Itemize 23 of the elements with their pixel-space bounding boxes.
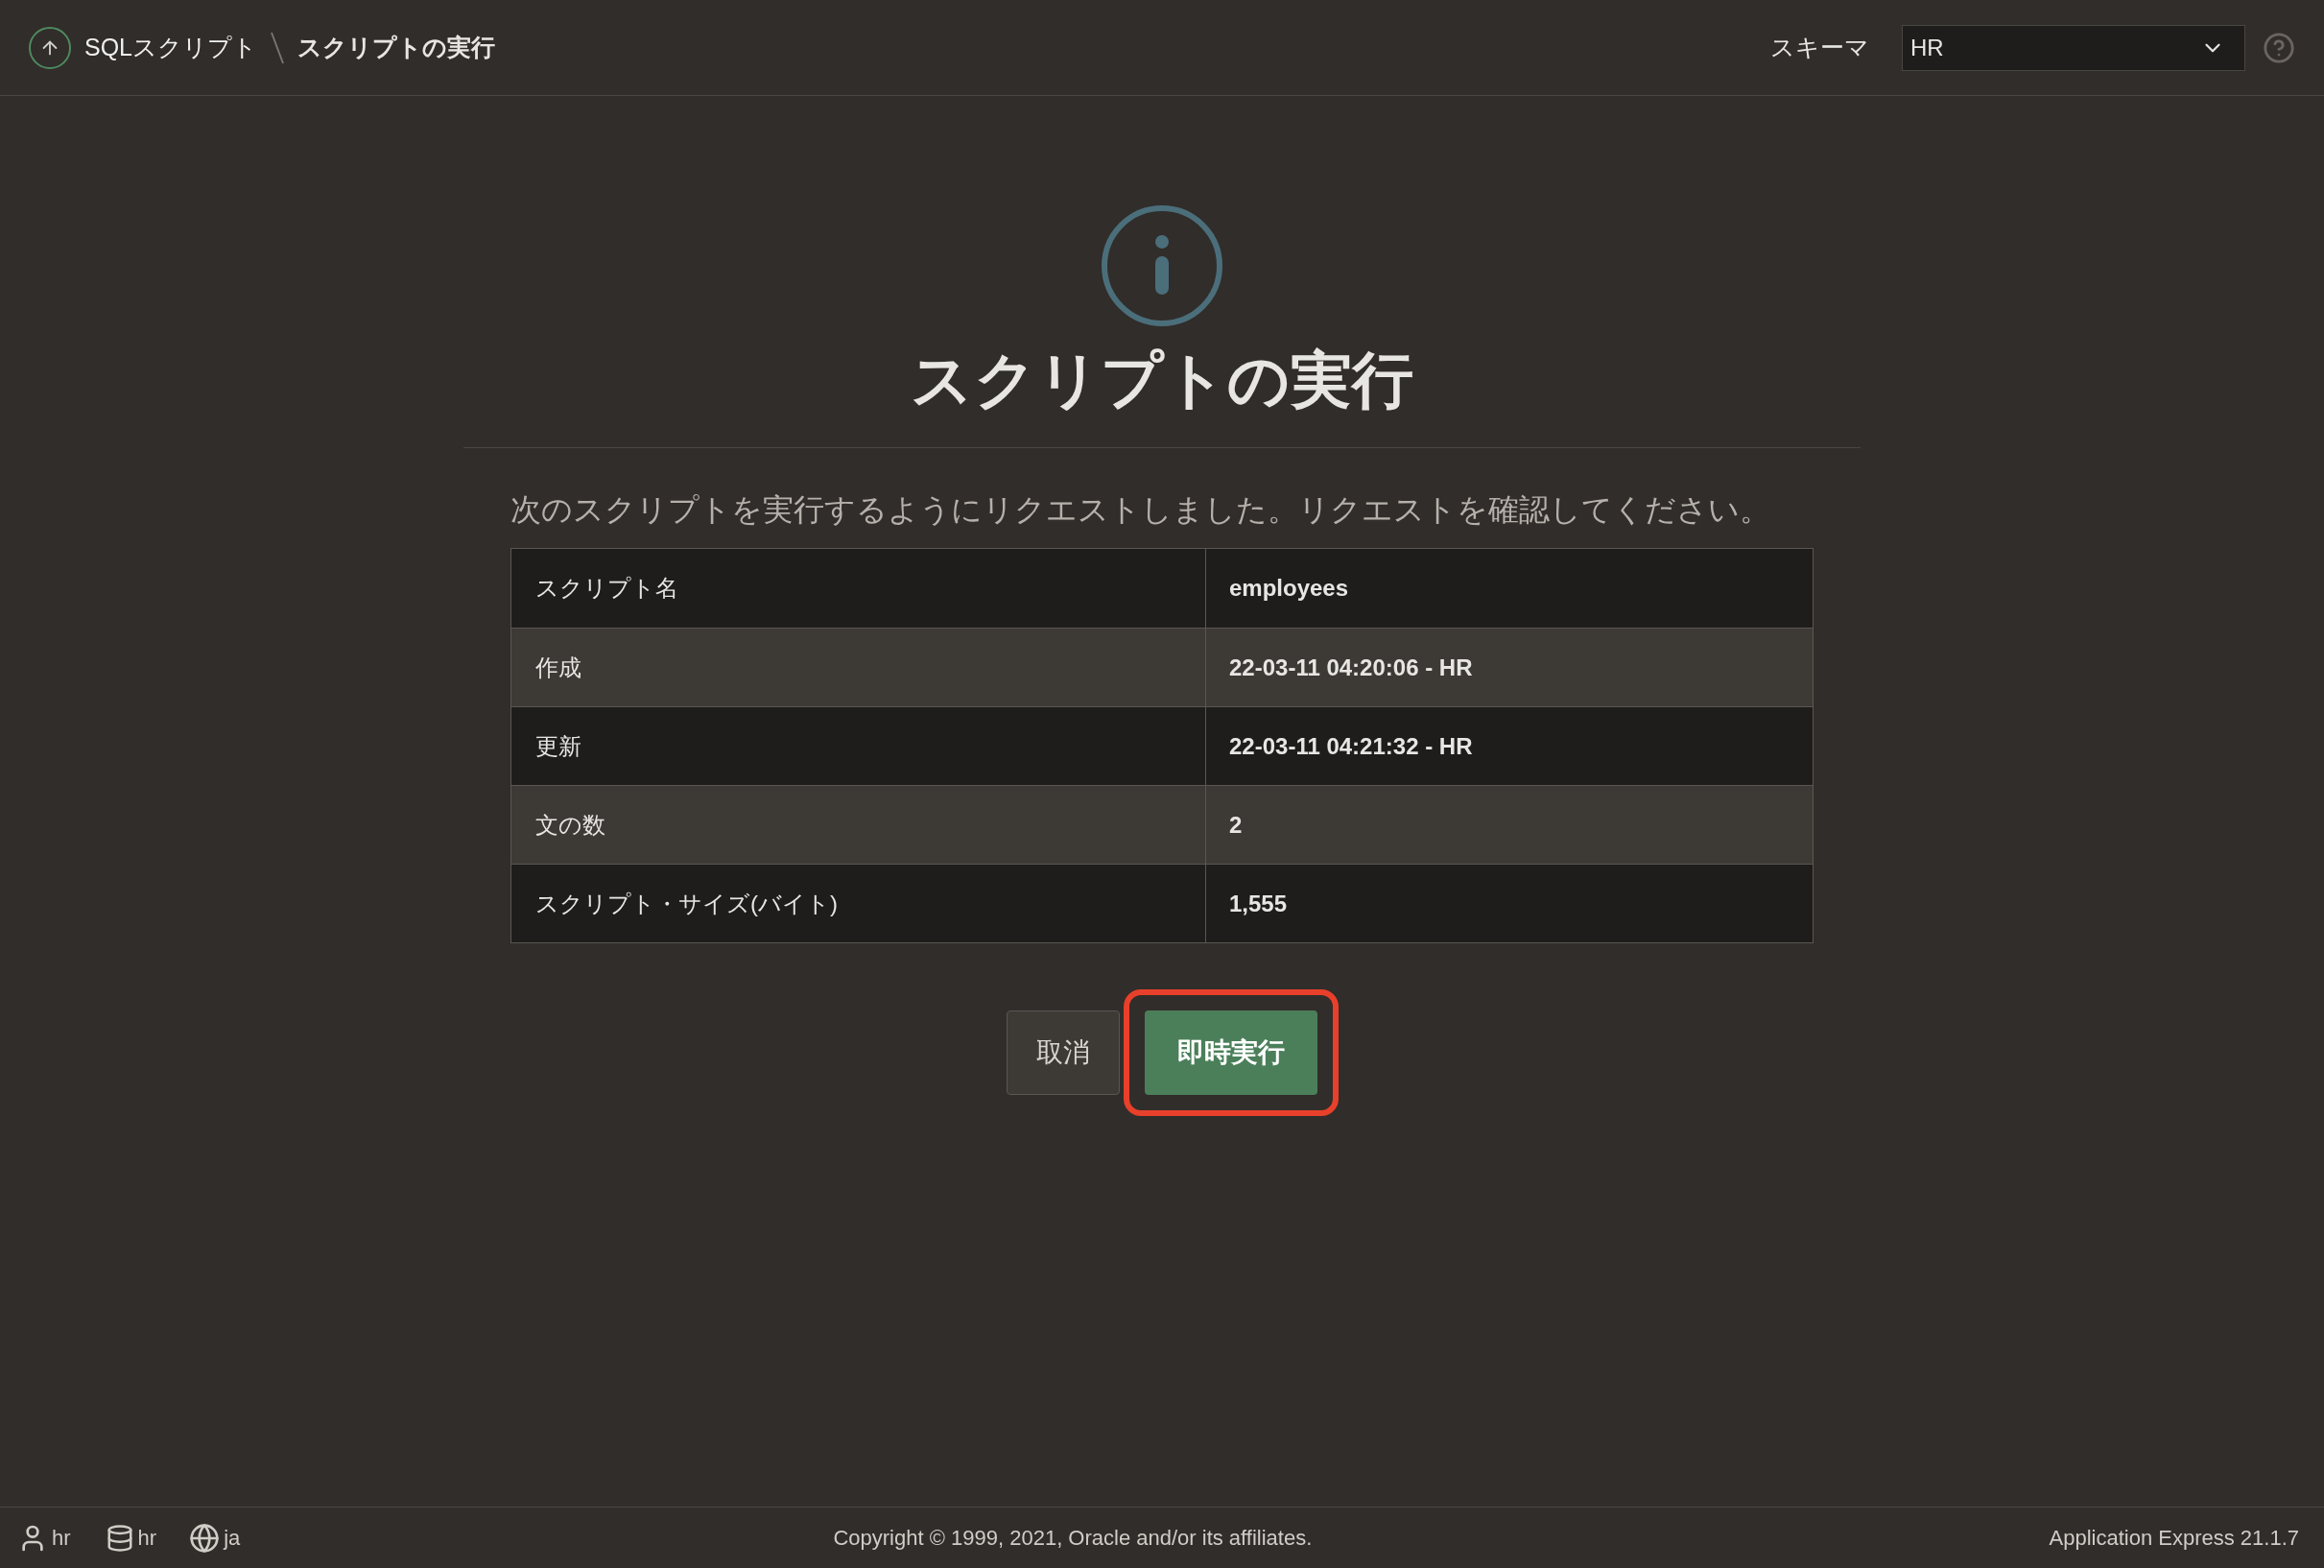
run-now-button[interactable]: 即時実行 — [1145, 1010, 1317, 1095]
schema-select[interactable]: HR — [1902, 24, 2245, 71]
row-value: 22-03-11 04:20:06 - HR — [1228, 653, 1474, 682]
confirmation-message: 次のスクリプトを実行するようにリクエストしました。リクエストを確認してください。 — [510, 491, 1771, 529]
globe-icon — [189, 1522, 221, 1554]
row-value: employees — [1228, 574, 1350, 603]
user-name: hr — [52, 1525, 71, 1552]
cancel-button[interactable]: 取消 — [1007, 1010, 1120, 1095]
breadcrumb-link[interactable]: スクリプトの実行 — [297, 29, 496, 66]
help-icon[interactable] — [2263, 31, 2295, 64]
schema-label: スキーマ — [1770, 32, 1869, 62]
row-label: スクリプト・サイズ(バイト) — [511, 865, 1206, 942]
schema-name: hr — [137, 1525, 157, 1552]
row-value: 22-03-11 04:21:32 - HR — [1228, 731, 1474, 761]
breadcrumb-separator-icon — [271, 31, 285, 64]
language-code: ja — [224, 1525, 241, 1552]
page-title: スクリプトの実行 — [911, 344, 1413, 416]
row-value: 2 — [1228, 810, 1244, 840]
breadcrumb-link[interactable]: SQLスクリプト — [84, 29, 258, 66]
row-value: 1,555 — [1228, 889, 1289, 918]
version-text: Application Express 21.1.7 — [2049, 1525, 2299, 1552]
info-icon — [1100, 203, 1224, 328]
copyright-text: Copyright © 1999, 2021, Oracle and/or its affiliates. — [833, 1525, 1313, 1552]
